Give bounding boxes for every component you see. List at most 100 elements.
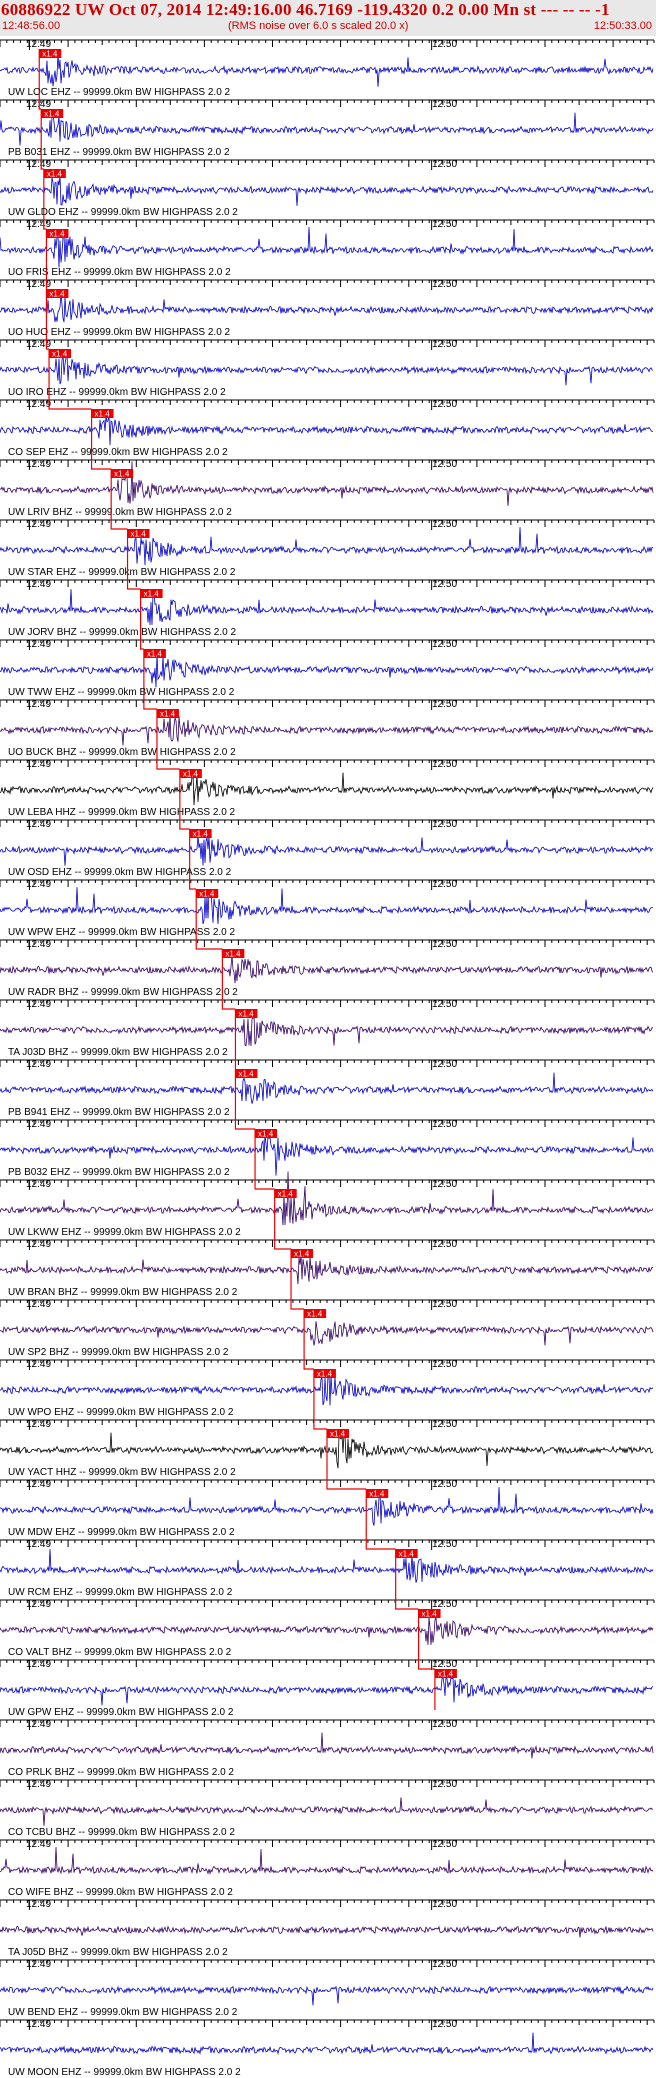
time-ticks xyxy=(0,1720,655,1727)
trace-row: 12:49 12:50x1.4UO HUO EHZ -- 99999.0km BW… xyxy=(0,279,655,338)
station-label: UO BUCK BHZ -- 99999.0km BW HIGHPASS 2.0… xyxy=(8,747,236,758)
pick-label: x1.4 xyxy=(307,1310,323,1319)
pick-label: x1.4 xyxy=(49,230,65,239)
pick-label: x1.4 xyxy=(160,710,176,719)
pick-label: x1.4 xyxy=(144,590,160,599)
trace-row: 12:49 12:50x1.4UW LEBA HHZ -- 99999.0km B… xyxy=(0,759,655,818)
waveform xyxy=(0,1925,654,1938)
start-time: 12:48:56.00 xyxy=(2,20,61,32)
time-ticks xyxy=(0,400,655,407)
trace-row: 12:49 12:50CO PRLK BHZ -- 99999.0km BW HI… xyxy=(0,1719,655,1778)
time-ticks xyxy=(0,1180,655,1187)
waveform xyxy=(0,352,654,386)
station-label: UW OSD EHZ -- 99999.0km BW HIGHPASS 2.0 … xyxy=(8,867,232,878)
minute-label: 12:50 xyxy=(432,1959,457,1970)
minute-label: 12:50 xyxy=(432,1659,457,1670)
waveform xyxy=(0,175,654,206)
station-label: CO PRLK BHZ -- 99999.0km BW HIGHPASS 2.0… xyxy=(8,1767,234,1778)
waveform xyxy=(0,887,654,925)
trace-row: 12:49 12:50x1.4UW JORV BHZ -- 99999.0km B… xyxy=(0,579,655,638)
pick-label: x1.4 xyxy=(44,110,60,119)
trace-row: 12:49 12:50x1.4PB B032 EHZ -- 99999.0km B… xyxy=(0,1119,655,1178)
pick-label: x1.4 xyxy=(238,1010,254,1019)
minute-label: 12:50 xyxy=(432,399,457,410)
pick-label: x1.4 xyxy=(238,1070,254,1079)
station-label: UW TWW EHZ -- 99999.0km BW HIGHPASS 2.0 … xyxy=(8,687,235,698)
minute-label: 12:50 xyxy=(432,639,457,650)
time-ticks xyxy=(0,1960,655,1967)
trace-row: 12:49 12:50x1.4UO IRO EHZ -- 99999.0km BW… xyxy=(0,339,655,398)
station-label: UW WPW EHZ -- 99999.0km BW HIGHPASS 2.0 … xyxy=(8,927,236,938)
station-label: UO FRIS EHZ -- 99999.0km BW HIGHPASS 2.0… xyxy=(8,267,231,278)
pick-label: x1.4 xyxy=(95,410,111,419)
waveform xyxy=(0,1617,654,1645)
pick-marker: x1.4 xyxy=(45,289,69,330)
minute-label: 12:50 xyxy=(432,579,457,590)
trace-row: 12:49 12:50x1.4UW YACT HHZ -- 99999.0km B… xyxy=(0,1419,655,1478)
pick-label: x1.4 xyxy=(225,950,241,959)
minute-label: 12:50 xyxy=(432,1179,457,1190)
time-ticks xyxy=(0,340,655,347)
pick-label: x1.4 xyxy=(369,1490,385,1499)
pick-label: x1.4 xyxy=(52,350,68,359)
minute-label: 12:50 xyxy=(432,2019,457,2030)
station-label: UW YACT HHZ -- 99999.0km BW HIGHPASS 2.0… xyxy=(8,1467,236,1478)
trace-row: 12:49 12:50x1.4UW SP2 BHZ -- 99999.0km BW… xyxy=(0,1299,655,1358)
seismogram-plot: 12:49 12:50x1.4UW LOC EHZ -- 99999.0km BW… xyxy=(0,39,655,2078)
time-ticks xyxy=(0,580,655,587)
minute-label: 12:50 xyxy=(432,1599,457,1610)
pick-label: x1.4 xyxy=(42,50,58,59)
trace-row: 12:49 12:50UW MOON EHZ -- 99999.0km BW HI… xyxy=(0,2019,655,2078)
pick-label: x1.4 xyxy=(317,1370,333,1379)
station-label: UW SP2 BHZ -- 99999.0km BW HIGHPASS 2.0 … xyxy=(8,1347,229,1358)
waveform xyxy=(0,1321,654,1346)
minute-label: 12:50 xyxy=(432,1719,457,1730)
station-label: PB B032 EHZ -- 99999.0km BW HIGHPASS 2.0… xyxy=(8,1167,230,1178)
waveform xyxy=(0,1675,654,1706)
pick-label: x1.4 xyxy=(258,1130,274,1139)
pick-label: x1.4 xyxy=(183,770,199,779)
station-label: PB B941 EHZ -- 99999.0km BW HIGHPASS 2.0… xyxy=(8,1107,230,1118)
minute-label: 12:50 xyxy=(432,279,457,290)
trace-row: 12:49 12:50x1.4UW BRAN BHZ -- 99999.0km B… xyxy=(0,1239,655,1298)
station-label: TA J03D BHZ -- 99999.0km BW HIGHPASS 2.0… xyxy=(8,1047,228,1058)
time-ticks xyxy=(0,160,655,167)
time-ticks xyxy=(0,880,655,887)
waveform xyxy=(0,772,654,806)
waveform xyxy=(0,461,654,506)
pick-label: x1.4 xyxy=(422,1610,438,1619)
time-ticks xyxy=(0,1060,655,1067)
minute-label: 12:50 xyxy=(432,1419,457,1430)
waveform xyxy=(0,1487,654,1526)
trace-row: 12:49 12:50x1.4UO FRIS EHZ -- 99999.0km B… xyxy=(0,219,655,278)
time-ticks xyxy=(0,1300,655,1307)
time-ticks xyxy=(0,1420,655,1427)
minute-label: 12:50 xyxy=(432,759,457,770)
waveform xyxy=(0,1732,654,1759)
time-ticks xyxy=(0,1600,655,1607)
minute-label: 12:50 xyxy=(432,1059,457,1070)
time-ticks xyxy=(0,940,655,947)
time-ticks xyxy=(0,100,655,107)
station-label: UW BRAN BHZ -- 99999.0km BW HIGHPASS 2.0… xyxy=(8,1287,238,1298)
time-ticks xyxy=(0,1540,655,1547)
time-ticks xyxy=(0,280,655,287)
minute-label: 12:50 xyxy=(432,699,457,710)
trace-row: 12:49 12:50x1.4PB B031 EHZ -- 99999.0km B… xyxy=(0,99,655,158)
time-ticks xyxy=(0,1120,655,1127)
time-ticks xyxy=(0,1780,655,1787)
minute-label: 12:50 xyxy=(432,1359,457,1370)
end-time: 12:50:33.00 xyxy=(593,20,652,32)
waveform xyxy=(0,112,654,146)
trace-row: 12:49 12:50x1.4UW GLDO EHZ -- 99999.0km B… xyxy=(0,159,655,218)
header-bar: 60886922 UW Oct 07, 2014 12:49:16.00 46.… xyxy=(0,0,656,36)
station-label: UW RADR BHZ -- 99999.0km BW HIGHPASS 2.0… xyxy=(8,987,238,998)
station-label: UW WPO EHZ -- 99999.0km BW HIGHPASS 2.0 … xyxy=(8,1407,234,1418)
trace-row: 12:49 12:50x1.4UO BUCK BHZ -- 99999.0km B… xyxy=(0,699,655,758)
waveform xyxy=(0,292,654,323)
waveform xyxy=(0,1549,654,1583)
time-ticks xyxy=(0,1000,655,1007)
waveform xyxy=(0,1797,654,1826)
waveform xyxy=(0,1373,654,1406)
trace-row: 12:49 12:50x1.4UW LKWW EHZ -- 99999.0km B… xyxy=(0,1171,655,1238)
